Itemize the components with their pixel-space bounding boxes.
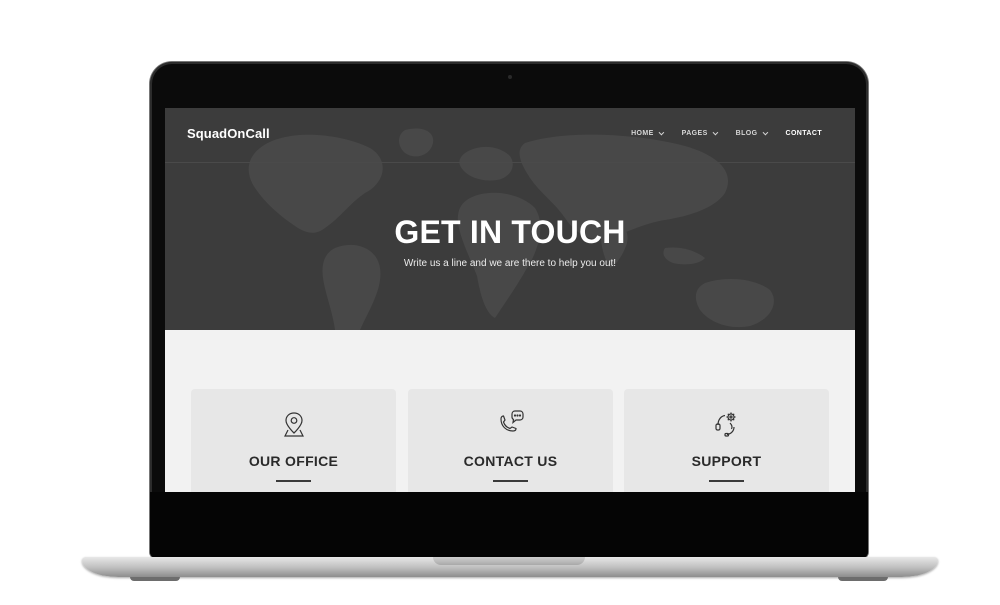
card-our-office: OUR OFFICE: [191, 389, 396, 492]
laptop-foot-right: [838, 577, 888, 581]
chevron-down-icon: [762, 129, 768, 135]
page-subtitle: Write us a line and we are there to help…: [403, 258, 617, 269]
card-divider: [493, 480, 528, 482]
card-title: SUPPORT: [691, 453, 762, 469]
chevron-down-icon: [658, 129, 664, 135]
webcam: [508, 75, 512, 79]
phone-chat-icon: [500, 410, 524, 432]
card-title: OUR OFFICE: [248, 453, 339, 469]
laptop-opening-notch: [433, 557, 585, 565]
map-pin-icon: [284, 412, 304, 437]
nav-item-label: CONTACT: [785, 130, 822, 137]
laptop-foot-left: [130, 577, 180, 581]
main-menu: HOME PAGES BLOG CONTACT: [611, 129, 823, 137]
headset-gear-icon: [715, 412, 736, 437]
nav-item-label: PAGES: [681, 130, 708, 137]
nav-item-contact[interactable]: CONTACT: [786, 130, 823, 137]
site-logo[interactable]: SquadOnCall: [187, 126, 270, 141]
laptop-screen: SquadOnCall HOME PAGES BLOG CONTACT GET …: [165, 108, 855, 492]
nav-item-label: HOME: [631, 130, 654, 137]
chevron-down-icon: [712, 129, 718, 135]
page-title: GET IN TOUCH: [394, 214, 626, 250]
card-support: SUPPORT: [624, 389, 829, 492]
card-divider: [276, 480, 311, 482]
laptop-bezel-bottom: [150, 492, 868, 558]
card-contact-us: CONTACT US: [408, 389, 613, 492]
nav-item-blog[interactable]: BLOG: [735, 129, 768, 137]
card-divider: [709, 480, 744, 482]
card-title: CONTACT US: [463, 453, 558, 469]
hero-section: SquadOnCall HOME PAGES BLOG CONTACT GET …: [165, 108, 855, 330]
nav-item-home[interactable]: HOME: [631, 129, 664, 137]
top-navbar: SquadOnCall HOME PAGES BLOG CONTACT: [165, 108, 855, 163]
nav-item-pages[interactable]: PAGES: [681, 129, 718, 137]
nav-item-label: BLOG: [735, 130, 758, 137]
